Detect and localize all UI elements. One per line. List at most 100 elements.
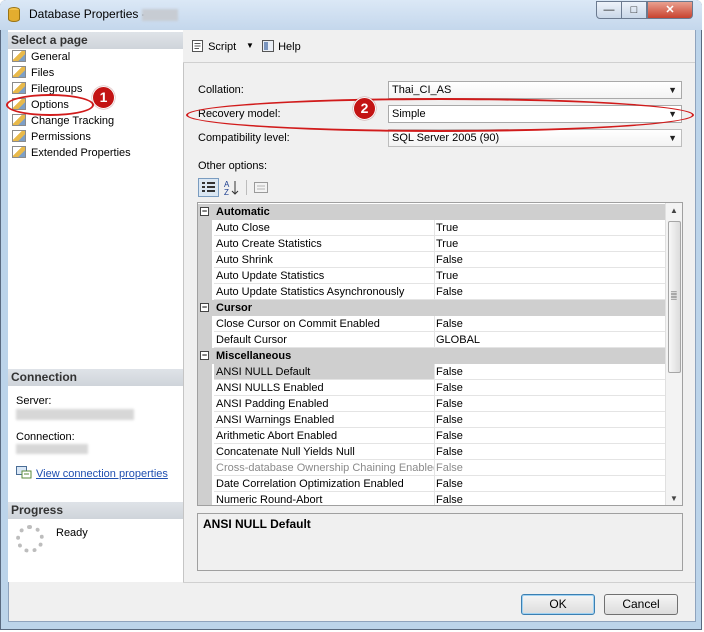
property-value[interactable]: False xyxy=(433,428,667,444)
annotation-badge-1: 1 xyxy=(92,86,115,109)
redacted-connection-name xyxy=(16,444,88,454)
grid-gutter xyxy=(198,492,212,505)
page-item-permissions[interactable]: Permissions xyxy=(12,129,91,145)
connection-properties-icon xyxy=(16,466,32,479)
alphabetical-view-button[interactable]: AZ xyxy=(222,178,242,197)
help-button[interactable]: Help xyxy=(261,39,301,53)
collapse-icon[interactable]: − xyxy=(200,207,209,216)
property-value[interactable]: False xyxy=(433,284,667,300)
grid-toolbar-divider xyxy=(246,180,247,195)
page-item-general[interactable]: General xyxy=(12,49,70,65)
grid-gutter xyxy=(198,220,212,236)
scroll-up-icon[interactable]: ▲ xyxy=(670,206,678,215)
progress-status: Ready xyxy=(56,527,88,539)
property-value[interactable]: True xyxy=(433,236,667,252)
grid-property-row[interactable]: ANSI Padding Enabled False xyxy=(198,396,667,412)
connection-label: Connection: xyxy=(16,431,75,443)
grid-property-row[interactable]: Auto Update Statistics True xyxy=(198,268,667,284)
property-name: Auto Create Statistics xyxy=(214,236,435,252)
property-value[interactable]: False xyxy=(433,460,667,476)
highlight-recovery-ellipse xyxy=(186,98,694,132)
property-value[interactable]: False xyxy=(433,364,667,380)
database-icon xyxy=(8,7,20,22)
property-name: Date Correlation Optimization Enabled xyxy=(214,476,435,492)
property-value[interactable]: False xyxy=(433,380,667,396)
grid-gutter xyxy=(198,268,212,284)
property-pages-icon xyxy=(254,182,268,193)
categorized-view-button[interactable] xyxy=(198,178,219,197)
page-icon xyxy=(12,82,26,94)
grid-property-row[interactable]: ANSI NULL Default False xyxy=(198,364,667,380)
property-name: Arithmetic Abort Enabled xyxy=(214,428,435,444)
property-value[interactable]: False xyxy=(433,396,667,412)
property-name: Auto Close xyxy=(214,220,435,236)
property-name: Auto Update Statistics Asynchronously xyxy=(214,284,435,300)
grid-category-row[interactable]: − Automatic xyxy=(198,204,666,220)
collapse-icon[interactable]: − xyxy=(200,351,209,360)
grid-gutter xyxy=(198,460,212,476)
property-value[interactable]: False xyxy=(433,476,667,492)
grid-property-row[interactable]: ANSI Warnings Enabled False xyxy=(198,412,667,428)
page-icon xyxy=(12,130,26,142)
scroll-down-icon[interactable]: ▼ xyxy=(670,494,678,503)
grid-category-label: Automatic xyxy=(216,206,270,218)
grid-property-row[interactable]: Concatenate Null Yields Null False xyxy=(198,444,667,460)
cancel-button[interactable]: Cancel xyxy=(604,594,678,615)
property-value[interactable]: False xyxy=(433,492,667,505)
property-name: ANSI Padding Enabled xyxy=(214,396,435,412)
grid-gutter xyxy=(198,412,212,428)
property-value[interactable]: False xyxy=(433,252,667,268)
page-item-files[interactable]: Files xyxy=(12,65,54,81)
grid-property-row[interactable]: Date Correlation Optimization Enabled Fal… xyxy=(198,476,667,492)
property-value[interactable]: True xyxy=(433,268,667,284)
close-button[interactable]: ✕ xyxy=(647,1,693,19)
collation-combo[interactable]: Thai_CI_AS ▼ xyxy=(388,81,682,99)
minimize-button[interactable]: — xyxy=(596,1,622,19)
property-name: ANSI NULLS Enabled xyxy=(214,380,435,396)
view-connection-properties-link[interactable]: View connection properties xyxy=(16,466,168,480)
grid-category-row[interactable]: − Cursor xyxy=(198,300,666,316)
property-value[interactable]: False xyxy=(433,316,667,332)
redacted-database-name xyxy=(142,9,178,21)
grid-property-row[interactable]: Auto Update Statistics Asynchronously Fal… xyxy=(198,284,667,300)
grid-property-row[interactable]: Auto Close True xyxy=(198,220,667,236)
ok-button[interactable]: OK xyxy=(521,594,595,615)
grid-property-row[interactable]: ANSI NULLS Enabled False xyxy=(198,380,667,396)
property-value[interactable]: GLOBAL xyxy=(433,332,667,348)
progress-spinner-icon xyxy=(16,525,44,553)
property-name: Numeric Round-Abort xyxy=(214,492,435,505)
grid-property-row[interactable]: Close Cursor on Commit Enabled False xyxy=(198,316,667,332)
grid-scrollbar[interactable]: ▲ ═ ═ ═ ▼ xyxy=(665,203,682,505)
title-bar[interactable]: Database Properties - — □ ✕ xyxy=(0,0,702,30)
scroll-grip-icon: ═ ═ ═ xyxy=(671,288,677,303)
property-name: Concatenate Null Yields Null xyxy=(214,444,435,460)
grid-property-row[interactable]: Auto Shrink False xyxy=(198,252,667,268)
redacted-server-name xyxy=(16,409,134,420)
script-dropdown-arrow-icon[interactable]: ▼ xyxy=(246,41,254,50)
property-pages-button[interactable] xyxy=(251,179,271,196)
property-value[interactable]: False xyxy=(433,412,667,428)
property-value[interactable]: False xyxy=(433,444,667,460)
script-button[interactable]: Script xyxy=(191,39,236,53)
property-grid[interactable]: − Automatic Auto Close True Auto Create Stat… xyxy=(197,202,683,506)
property-description-title: ANSI NULL Default xyxy=(203,517,311,531)
maximize-button[interactable]: □ xyxy=(621,1,647,19)
grid-category-label: Miscellaneous xyxy=(216,350,292,362)
sort-az-icon: AZ xyxy=(224,180,239,197)
progress-header: Progress xyxy=(8,502,183,519)
grid-property-row[interactable]: Cross-database Ownership Chaining Enable… xyxy=(198,460,667,476)
footer-divider xyxy=(183,582,695,583)
grid-category-label: Cursor xyxy=(216,302,253,314)
grid-property-row[interactable]: Auto Create Statistics True xyxy=(198,236,667,252)
grid-property-row[interactable]: Default Cursor GLOBAL xyxy=(198,332,667,348)
collapse-icon[interactable]: − xyxy=(200,303,209,312)
grid-property-row[interactable]: Arithmetic Abort Enabled False xyxy=(198,428,667,444)
grid-property-row[interactable]: Numeric Round-Abort False xyxy=(198,492,667,505)
grid-category-row[interactable]: − Miscellaneous xyxy=(198,348,666,364)
grid-gutter xyxy=(198,316,212,332)
grid-gutter xyxy=(198,284,212,300)
page-item-extended-properties[interactable]: Extended Properties xyxy=(12,145,131,161)
chevron-down-icon: ▼ xyxy=(668,133,677,143)
property-description-panel: ANSI NULL Default xyxy=(197,513,683,571)
property-value[interactable]: True xyxy=(433,220,667,236)
